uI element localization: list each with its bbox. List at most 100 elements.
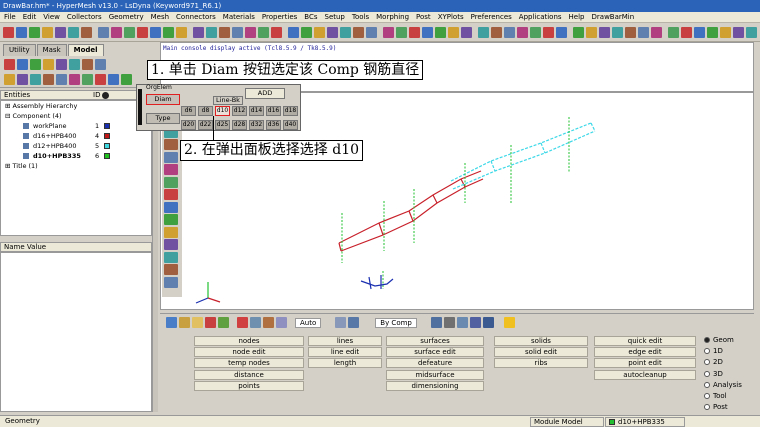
- line-bk-button[interactable]: Line-Bk: [213, 96, 243, 105]
- menu-properties[interactable]: Properties: [262, 13, 297, 21]
- star-icon[interactable]: [503, 317, 515, 328]
- component-color-swatch[interactable]: [104, 153, 110, 159]
- view-tool-4-icon[interactable]: [164, 151, 178, 163]
- toolbar-tool-24-icon[interactable]: [314, 26, 325, 38]
- toolbar-tool-48-icon[interactable]: [638, 26, 649, 38]
- menu-connectors[interactable]: Connectors: [176, 13, 216, 21]
- toolbar-tool-2-icon[interactable]: [16, 26, 27, 38]
- view-tool-11-icon[interactable]: [164, 239, 178, 250]
- panel-button-edge-edit[interactable]: edge edit: [594, 347, 696, 358]
- auto-select[interactable]: Auto: [295, 317, 322, 328]
- panel-button-autocleanup[interactable]: autocleanup: [594, 369, 696, 380]
- view-tool-3-icon[interactable]: [164, 139, 178, 150]
- toolbar-tool-27-icon[interactable]: [353, 26, 364, 38]
- diam-option-d28[interactable]: d28: [232, 120, 247, 130]
- status-component[interactable]: d10+HPB335: [605, 417, 685, 427]
- toolbar-tool-49-icon[interactable]: [651, 26, 662, 38]
- toolbar-tool-32-icon[interactable]: [422, 26, 433, 38]
- toolbar-tool-53-icon[interactable]: [707, 26, 718, 38]
- toolbar-tool-50-icon[interactable]: [668, 26, 679, 38]
- toolbar-tool-15-icon[interactable]: [193, 26, 204, 38]
- toolbar-tool-18-icon[interactable]: [232, 26, 243, 38]
- wire-icon[interactable]: [443, 317, 455, 328]
- diam-button[interactable]: Diam: [146, 94, 180, 105]
- diam-option-d40[interactable]: d40: [283, 120, 298, 130]
- tab-mask[interactable]: Mask: [36, 44, 67, 56]
- toolbar-tool-34-icon[interactable]: [448, 26, 459, 38]
- browser-tool-8-icon[interactable]: [95, 59, 106, 70]
- browser-tool-5-icon[interactable]: [56, 59, 67, 70]
- toolbar-tool-46-icon[interactable]: [612, 26, 623, 38]
- toolbar-tool-1-icon[interactable]: [3, 26, 14, 38]
- diam-option-d20[interactable]: d20: [181, 120, 196, 130]
- menu-xyplots[interactable]: XYPlots: [438, 13, 464, 21]
- radio-tool[interactable]: Tool: [704, 391, 727, 401]
- toolbar-tool-19-icon[interactable]: [245, 26, 256, 38]
- diam-option-d32[interactable]: d32: [249, 120, 264, 130]
- panel-button-midsurface[interactable]: midsurface: [386, 369, 484, 380]
- toolbar-tool-39-icon[interactable]: [517, 26, 528, 38]
- add-button[interactable]: ADD: [245, 88, 285, 99]
- tree-title[interactable]: ⊞ Title (1): [5, 162, 38, 171]
- toolbar-tool-54-icon[interactable]: [720, 26, 731, 38]
- panel-button-surface-edit[interactable]: surface edit: [386, 347, 484, 358]
- menu-applications[interactable]: Applications: [519, 13, 562, 21]
- color-icon[interactable]: [263, 317, 274, 328]
- menu-geometry[interactable]: Geometry: [109, 13, 144, 21]
- menu-setup[interactable]: Setup: [325, 13, 345, 21]
- browser-tool-12-icon[interactable]: [17, 74, 28, 85]
- toolbar-tool-35-icon[interactable]: [461, 26, 472, 38]
- toolbar-tool-13-icon[interactable]: [163, 26, 174, 38]
- mask-icon[interactable]: [218, 317, 229, 328]
- menu-edit[interactable]: Edit: [23, 13, 37, 21]
- toolbar-tool-36-icon[interactable]: [478, 26, 489, 38]
- browser-tool-3-icon[interactable]: [30, 59, 41, 70]
- menu-bcs[interactable]: BCs: [304, 13, 317, 21]
- panel-button-point-edit[interactable]: point edit: [594, 358, 696, 369]
- toolbar-tool-47-icon[interactable]: [625, 26, 636, 38]
- shade-mode-icon[interactable]: [456, 317, 468, 328]
- browser-tool-2-icon[interactable]: [17, 59, 28, 70]
- view-tool-9-icon[interactable]: [164, 214, 178, 225]
- toolbar-tool-30-icon[interactable]: [396, 26, 407, 38]
- panel-button-distance[interactable]: distance: [194, 369, 304, 380]
- toolbar-tool-28-icon[interactable]: [366, 26, 377, 38]
- monitor-icon[interactable]: [482, 317, 494, 328]
- toolbar-tool-31-icon[interactable]: [409, 26, 420, 38]
- browser-tool-16-icon[interactable]: [69, 74, 80, 85]
- view-tool-7-icon[interactable]: [164, 189, 178, 200]
- tree-component[interactable]: ⊟ Component (4): [5, 112, 62, 121]
- tree-component-item[interactable]: d10+HPB335: [23, 152, 81, 161]
- diam-option-d18[interactable]: d18: [283, 106, 298, 116]
- toolbar-tool-5-icon[interactable]: [55, 26, 66, 38]
- delete-icon[interactable]: [237, 317, 248, 328]
- panel-button-solids[interactable]: solids: [494, 336, 588, 346]
- toolbar-tool-37-icon[interactable]: [491, 26, 502, 38]
- menu-help[interactable]: Help: [569, 13, 585, 21]
- toolbar-tool-3-icon[interactable]: [29, 26, 40, 38]
- orbit-icon[interactable]: [348, 317, 360, 328]
- toolbar-tool-11-icon[interactable]: [137, 26, 148, 38]
- panel-button-points[interactable]: points: [194, 380, 304, 391]
- panel-button-solid-edit[interactable]: solid edit: [494, 347, 588, 358]
- toolbar-tool-23-icon[interactable]: [301, 26, 312, 38]
- shaded-icon[interactable]: [250, 317, 261, 328]
- browser-tool-1-icon[interactable]: [4, 59, 15, 70]
- toolbar-tool-38-icon[interactable]: [504, 26, 515, 38]
- diam-option-d36[interactable]: d36: [266, 120, 281, 130]
- toolbar-tool-9-icon[interactable]: [111, 26, 122, 38]
- tree-component-item[interactable]: d12+HPB400: [23, 142, 77, 151]
- toolbar-tool-29-icon[interactable]: [383, 26, 394, 38]
- toolbar-tool-8-icon[interactable]: [98, 26, 109, 38]
- folder-icon[interactable]: [192, 317, 203, 328]
- view-tool-14-icon[interactable]: [164, 276, 178, 288]
- toolbar-tool-4-icon[interactable]: [42, 26, 53, 38]
- toolbar-tool-26-icon[interactable]: [340, 26, 351, 38]
- toolbar-tool-21-icon[interactable]: [271, 26, 282, 38]
- toolbar-tool-41-icon[interactable]: [543, 26, 554, 38]
- toolbar-tool-17-icon[interactable]: [219, 26, 230, 38]
- component-color-swatch[interactable]: [104, 143, 110, 149]
- component-color-swatch[interactable]: [104, 133, 110, 139]
- toolbar-tool-43-icon[interactable]: [573, 26, 584, 38]
- toolbar-tool-12-icon[interactable]: [150, 26, 161, 38]
